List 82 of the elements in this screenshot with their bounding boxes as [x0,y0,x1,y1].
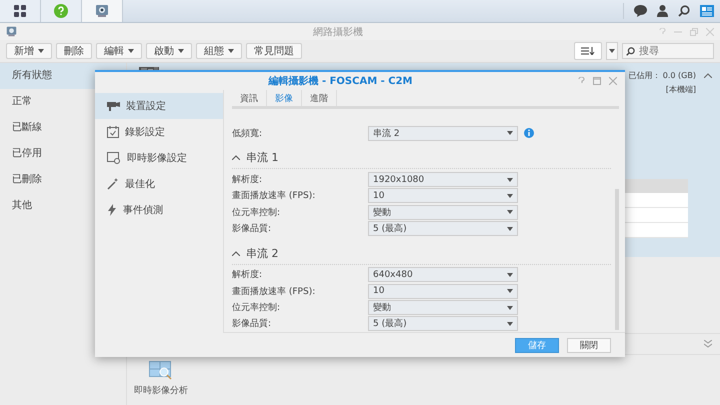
magic-wand-icon [107,178,119,190]
camera-icon [107,100,120,112]
chat-icon[interactable] [634,5,647,17]
section-title: 串流 1 [246,150,278,166]
user-icon[interactable] [657,5,668,17]
settings-nav-item[interactable]: 即時影像設定 [95,145,223,171]
search-icon [626,47,635,56]
main-menu-button[interactable] [0,0,41,22]
help-icon [54,4,68,18]
select-field[interactable]: 串流 2 [368,126,518,141]
nav-label: 最佳化 [125,178,155,191]
chevron-up-icon[interactable] [232,250,240,256]
toolbar-button[interactable]: 組態 [196,43,242,59]
search-icon[interactable] [678,5,690,17]
select-field[interactable]: 10 [368,188,518,204]
field-label: 位元率控制: [232,206,282,219]
nav-label: 錄影設定 [125,126,165,139]
tab[interactable]: 進階 [302,90,337,106]
nav-label: 即時影像設定 [127,152,187,165]
window-title: 網路攝影機 [312,26,364,38]
caret-icon [507,306,513,310]
storage-location: [本機端] [664,84,696,96]
section-title: 串流 2 [246,246,278,261]
settings-nav-item[interactable]: 事件偵測 [95,197,223,223]
select-field[interactable]: 5 (最高) [368,316,518,332]
toolbar-button[interactable]: 常見問題 [246,43,302,59]
caret-icon [507,178,513,182]
field-label: 畫面播放速率 (FPS): [232,286,316,298]
field-label: 解析度: [232,174,264,186]
select-field[interactable]: 1920x1080 [368,172,518,188]
camera-monitor-icon [6,26,17,37]
sort-button[interactable] [574,42,602,60]
dialog-title: 編輯攝影機 - FOSCAM - C2M [267,74,414,88]
camera-monitor-icon [95,4,109,18]
settings-nav-item[interactable]: 錄影設定 [95,119,223,145]
select-field[interactable]: 5 (最高) [368,221,518,236]
select-field[interactable]: 10 [368,284,518,299]
caret-icon [609,49,615,53]
close-button[interactable]: 關閉 [567,338,611,352]
nav-label: 事件偵測 [123,204,163,217]
storage-usage: 已佔用： 0.0 (GB) [628,70,696,82]
camera-app-button[interactable] [82,0,123,22]
sort-icon [581,47,595,55]
settings-nav-item[interactable]: 最佳化 [95,171,223,197]
double-chevron-icon[interactable] [704,340,712,348]
calendar-check-icon [107,126,119,138]
caret-icon [507,210,513,214]
close-icon[interactable] [609,77,617,85]
settings-nav-item[interactable]: 裝置設定 [95,93,223,119]
maximize-icon[interactable] [593,77,601,85]
app-shortcut-label: 即時影像分析 [134,384,188,397]
caret-icon [507,322,513,326]
grid-icon [14,5,26,17]
toolbar-button[interactable]: 編輯 [96,43,142,59]
caret-icon [507,289,513,294]
nav-label: 裝置設定 [126,100,166,113]
video-analytics-icon[interactable] [149,361,173,381]
info-icon[interactable] [524,128,534,138]
select-field[interactable]: 變動 [368,204,518,220]
search-field[interactable]: 搜尋 [622,43,714,59]
field-label: 影像品質: [232,318,272,330]
sort-dropdown-button[interactable] [606,42,618,60]
field-label: 低頻寬: [232,128,264,140]
field-label: 影像品質: [232,222,272,236]
caret-icon [507,226,513,231]
help-icon[interactable] [578,77,585,85]
select-field[interactable]: 變動 [368,300,518,316]
field-label: 解析度: [232,268,264,282]
caret-icon [507,272,513,277]
toolbar-button[interactable]: 刪除 [56,43,92,59]
toolbar-button[interactable]: 新增 [6,43,52,59]
widgets-icon[interactable] [700,5,714,17]
field-label: 畫面播放速率 (FPS): [232,190,316,202]
field-label: 位元率控制: [232,302,282,314]
caret-icon [507,131,513,136]
lightning-icon [107,204,117,216]
toolbar-button[interactable]: 啟動 [146,43,192,59]
chevron-up-icon[interactable] [232,155,240,160]
chevron-up-icon[interactable] [704,73,712,78]
select-field[interactable]: 640x480 [368,267,518,282]
tab[interactable]: 資訊 [232,90,267,106]
tab[interactable]: 影像 [267,90,302,106]
